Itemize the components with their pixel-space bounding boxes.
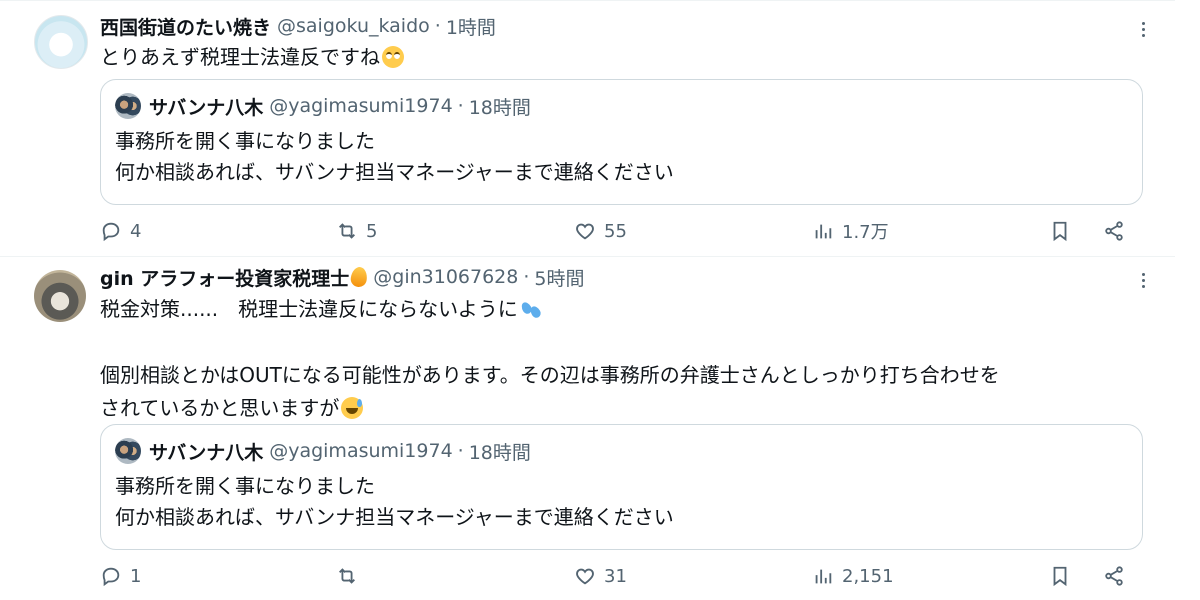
fire-icon [349,265,369,289]
avatar [115,93,141,119]
retweet-button[interactable] [336,561,366,591]
quoted-text-line: 事務所を開く事になりました [115,129,375,153]
quoted-tweet[interactable]: サバンナ八木 @yagimasumi1974 · 18時間 事務所を開く事になり… [100,79,1143,205]
more-dots-icon[interactable] [1131,17,1155,41]
grinning-face-with-sweat-icon [341,397,364,419]
reply-icon [102,222,120,242]
tweet-text-line: されているかと思いますが [100,396,340,420]
quoted-tweet-text: 事務所を開く事になりました 何か相談あれば、サバンナ担当マネージャーまで連絡くだ… [115,126,674,188]
user-handle[interactable]: @gin31067628 [373,266,518,288]
bookmark-button[interactable] [1049,561,1071,591]
quoted-tweet-header: サバンナ八木 @yagimasumi1974 · 18時間 [115,438,531,464]
separator-dot: · [523,266,530,288]
quoted-text-line: 事務所を開く事になりました [115,474,375,498]
view-count: 1.7万 [842,222,889,243]
separator-dot: · [434,15,441,37]
display-name[interactable]: 西国街道のたい焼き [100,13,271,40]
views-chart-icon [815,224,832,239]
user-handle[interactable]: @saigoku_kaido [277,15,430,37]
tweet-text-line: 税金対策...... 税理士法違反にならないように [100,297,518,321]
retweet-icon [339,568,355,584]
views-button[interactable]: 1.7万 [812,216,889,246]
quoted-tweet-text: 事務所を開く事になりました 何か相談あれば、サバンナ担当マネージャーまで連絡くだ… [115,471,674,533]
tweet-header: 西国街道のたい焼き @saigoku_kaido · 1時間 [100,13,496,39]
display-name[interactable]: gin アラフォー投資家税理士 [100,264,349,291]
tweet-header: gin アラフォー投資家税理士 @gin31067628 · 5時間 [100,264,585,290]
like-button[interactable]: 55 [574,216,627,246]
avatar [115,438,141,464]
action-bar: 4 5 55 1.7万 [100,216,1175,246]
quoted-tweet[interactable]: サバンナ八木 @yagimasumi1974 · 18時間 事務所を開く事になり… [100,424,1143,550]
share-button[interactable] [1103,561,1125,591]
quoted-tweet-header: サバンナ八木 @yagimasumi1974 · 18時間 [115,93,531,119]
tweet[interactable]: 西国街道のたい焼き @saigoku_kaido · 1時間 とりあえず税理士法… [0,0,1175,257]
views-button[interactable]: 2,151 [812,561,894,591]
tweet[interactable]: gin アラフォー投資家税理士 @gin31067628 · 5時間 税金対策.… [0,256,1175,600]
display-name: サバンナ八木 [149,441,264,464]
retweet-icon [339,223,355,239]
action-bar: 1 31 2,151 [100,561,1175,591]
share-button[interactable] [1103,216,1125,246]
heart-icon [576,568,594,585]
timestamp[interactable]: 1時間 [446,13,496,40]
tweet-text-line [100,326,1000,359]
reply-count: 4 [130,220,142,242]
tweet-text-line: とりあえず税理士法違反ですね [100,45,380,69]
timestamp: 18時間 [468,96,531,119]
quoted-text-line: 何か相談あれば、サバンナ担当マネージャーまで連絡ください [115,505,674,529]
timestamp[interactable]: 5時間 [534,264,584,291]
user-handle: @yagimasumi1974 [269,440,453,462]
avatar[interactable] [34,15,88,69]
tweet-text-line: 個別相談とかはOUTになる可能性があります。その辺は事務所の弁護士さんとしっかり… [100,363,1000,387]
reply-button[interactable]: 1 [100,561,141,591]
tweet-text: とりあえず税理士法違反ですね [100,41,404,74]
heart-icon [576,223,594,240]
separator-dot: · [457,95,464,117]
more-dots-icon[interactable] [1131,268,1155,292]
reply-icon [102,567,120,587]
like-count: 31 [604,565,627,587]
avatar[interactable] [34,270,86,322]
reply-count: 1 [130,565,142,587]
face-with-rolling-eyes-icon [382,46,404,68]
like-button[interactable]: 31 [574,561,627,591]
retweet-button[interactable]: 5 [336,216,377,246]
timestamp: 18時間 [468,441,531,464]
separator-dot: · [457,440,464,462]
sweat-droplets-icon [520,298,542,320]
bookmark-icon [1053,221,1067,242]
like-count: 55 [604,220,627,242]
retweet-count: 5 [366,220,378,242]
tweet-text: 税金対策...... 税理士法違反にならないように 個別相談とかはOUTになる可… [100,293,1000,425]
quoted-text-line: 何か相談あれば、サバンナ担当マネージャーまで連絡ください [115,160,674,184]
share-icon [1105,566,1123,586]
views-chart-icon [815,569,832,584]
user-handle: @yagimasumi1974 [269,95,453,117]
view-count: 2,151 [842,565,894,587]
bookmark-button[interactable] [1049,216,1071,246]
share-icon [1105,221,1123,241]
bookmark-icon [1053,566,1067,587]
display-name: サバンナ八木 [149,96,264,119]
reply-button[interactable]: 4 [100,216,141,246]
